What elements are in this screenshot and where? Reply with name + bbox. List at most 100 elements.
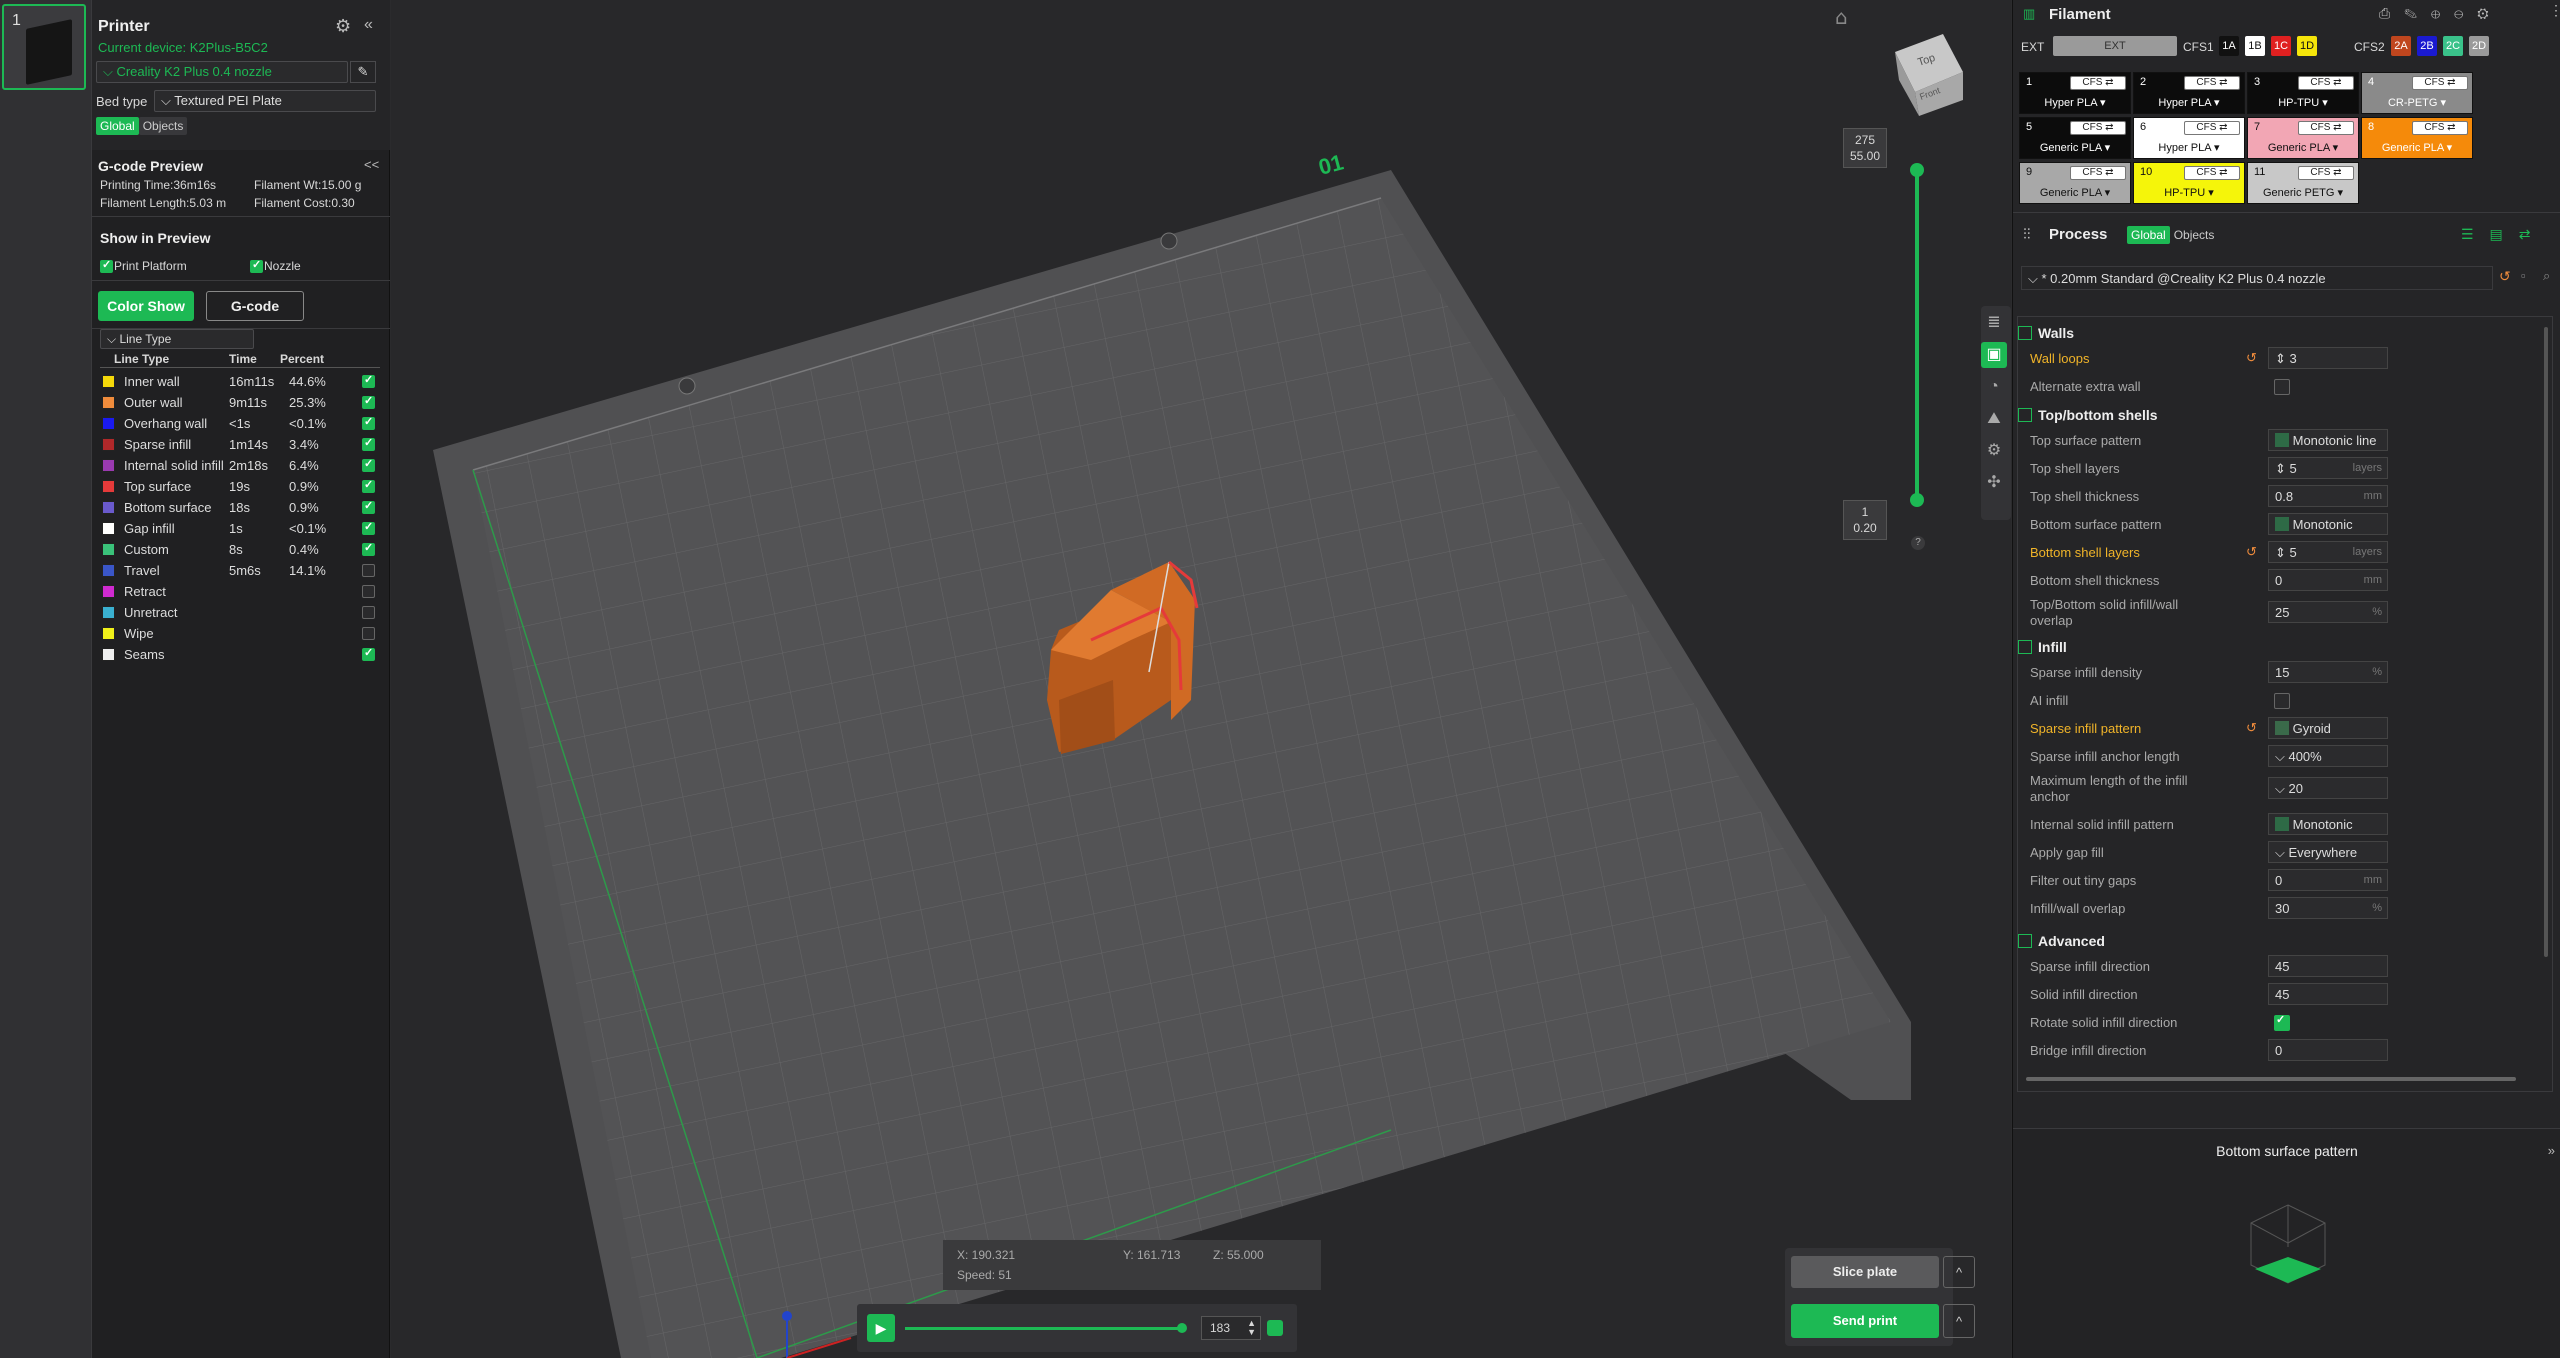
- cfs-sync-button[interactable]: CFS ⇄: [2184, 76, 2240, 90]
- line-type-visible-checkbox[interactable]: [362, 394, 375, 409]
- cfs-slot-2d[interactable]: 2D: [2469, 36, 2489, 56]
- line-type-visible-checkbox[interactable]: [362, 436, 375, 451]
- move-slider-handle[interactable]: [1177, 1323, 1187, 1333]
- stepper-icon[interactable]: ▲ ▼: [1247, 1319, 1256, 1337]
- line-type-select[interactable]: ⌵ Line Type: [100, 329, 254, 349]
- cfs-sync-button[interactable]: CFS ⇄: [2184, 166, 2240, 180]
- send-options-button[interactable]: ^: [1943, 1304, 1975, 1338]
- cfs-sync-button[interactable]: CFS ⇄: [2412, 76, 2468, 90]
- layer-slider-top-handle[interactable]: [1910, 163, 1924, 177]
- bottom-shell-layers-input[interactable]: ⇕ 5 layers: [2268, 541, 2388, 563]
- gcode-collapse-button[interactable]: <<: [364, 157, 379, 172]
- cfs-sync-button[interactable]: CFS ⇄: [2412, 121, 2468, 135]
- filament-material-select[interactable]: Hyper PLA ▾: [2134, 96, 2244, 109]
- cfs-slot-1d[interactable]: 1D: [2297, 36, 2317, 56]
- filament-slot-7[interactable]: 7 CFS ⇄ Generic PLA ▾: [2247, 117, 2359, 159]
- filament-material-select[interactable]: HP-TPU ▾: [2248, 96, 2358, 109]
- reset-icon[interactable]: ↺: [2499, 268, 2511, 285]
- bottom-surface-pattern-select[interactable]: Monotonic: [2268, 513, 2388, 535]
- filament-material-select[interactable]: Generic PLA ▾: [2020, 186, 2130, 199]
- infill-wall-overlap-input[interactable]: 30%: [2268, 897, 2388, 919]
- line-type-visible-checkbox[interactable]: [362, 541, 375, 556]
- slice-options-button[interactable]: ^: [1943, 1256, 1975, 1288]
- send-print-button[interactable]: Send print: [1791, 1304, 1939, 1338]
- cfs-sync-button[interactable]: CFS ⇄: [2070, 76, 2126, 90]
- tab-objects[interactable]: Objects: [2170, 226, 2219, 244]
- filament-slot-3[interactable]: 3 CFS ⇄ HP-TPU ▾: [2247, 72, 2359, 114]
- line-type-visible-checkbox[interactable]: [362, 520, 375, 535]
- max-anchor-select[interactable]: ⌵ 20: [2268, 777, 2388, 799]
- line-type-visible-checkbox[interactable]: [362, 646, 375, 661]
- flow-icon[interactable]: ⛰: [1981, 406, 2007, 432]
- cfs-sync-button[interactable]: CFS ⇄: [2184, 121, 2240, 135]
- filament-slot-5[interactable]: 5 CFS ⇄ Generic PLA ▾: [2019, 117, 2131, 159]
- tab-global[interactable]: Global: [2127, 226, 2170, 244]
- home-icon[interactable]: ⌂: [1835, 5, 1848, 29]
- line-type-visible-checkbox[interactable]: [362, 499, 375, 514]
- search-icon[interactable]: ⌕: [2543, 268, 2550, 284]
- cfs-sync-button[interactable]: CFS ⇄: [2298, 121, 2354, 135]
- process-toolbar-icons[interactable]: ☰▤⇄: [2461, 226, 2547, 243]
- cfs-sync-button[interactable]: CFS ⇄: [2298, 76, 2354, 90]
- line-type-visible-checkbox[interactable]: [362, 627, 375, 640]
- alternate-extra-wall-checkbox[interactable]: [2274, 379, 2290, 395]
- filament-material-select[interactable]: Generic PLA ▾: [2020, 141, 2130, 154]
- collapse-icon[interactable]: «: [364, 16, 373, 34]
- solid-overlap-input[interactable]: 25%: [2268, 601, 2388, 623]
- filament-material-select[interactable]: CR-PETG ▾: [2362, 96, 2472, 109]
- reset-icon[interactable]: ↺: [2246, 720, 2257, 736]
- wall-loops-input[interactable]: ⇕ 3: [2268, 347, 2388, 369]
- layer-slider-bottom-handle[interactable]: [1910, 493, 1924, 507]
- bottom-shell-thickness-input[interactable]: 0 mm: [2268, 569, 2388, 591]
- cfs-sync-button[interactable]: CFS ⇄: [2298, 166, 2354, 180]
- horizontal-scrollbar[interactable]: [2026, 1077, 2516, 1081]
- filament-slot-4[interactable]: 4 CFS ⇄ CR-PETG ▾: [2361, 72, 2473, 114]
- nozzle-checkbox[interactable]: [250, 258, 263, 273]
- process-preset-select[interactable]: ⌵ * 0.20mm Standard @Creality K2 Plus 0.…: [2021, 266, 2493, 290]
- 3d-viewport[interactable]: 01 ⌂ Top Front 275 55.00 1 0.20 ? ≣ ▣ ◔ …: [391, 0, 2011, 1358]
- save-icon[interactable]: ▫: [2521, 268, 2526, 283]
- ai-infill-checkbox[interactable]: [2274, 693, 2290, 709]
- preview-mode-icon[interactable]: ▣: [1981, 342, 2007, 368]
- filament-slot-11[interactable]: 11 CFS ⇄ Generic PETG ▾: [2247, 162, 2359, 204]
- cfs-slot-2c[interactable]: 2C: [2443, 36, 2463, 56]
- ext-slot-button[interactable]: EXT: [2053, 36, 2177, 56]
- vertical-scrollbar[interactable]: [2544, 327, 2548, 957]
- tab-global[interactable]: Global: [96, 117, 139, 135]
- collapse-icon[interactable]: »: [2548, 1143, 2555, 1158]
- cfs-sync-button[interactable]: CFS ⇄: [2070, 166, 2126, 180]
- line-type-visible-checkbox[interactable]: [362, 373, 375, 388]
- filament-slot-10[interactable]: 10 CFS ⇄ HP-TPU ▾: [2133, 162, 2245, 204]
- top-shell-thickness-input[interactable]: 0.8 mm: [2268, 485, 2388, 507]
- color-show-button[interactable]: Color Show: [98, 291, 194, 321]
- filament-material-select[interactable]: HP-TPU ▾: [2134, 186, 2244, 199]
- cfs-slot-2b[interactable]: 2B: [2417, 36, 2437, 56]
- plate-thumbnail[interactable]: 1: [2, 4, 86, 90]
- filament-toolbar-icons[interactable]: ⎙✎⊕⊖⚙: [2379, 5, 2503, 22]
- sparse-density-input[interactable]: 15%: [2268, 661, 2388, 683]
- line-type-visible-checkbox[interactable]: [362, 606, 375, 619]
- speed-icon[interactable]: ◔: [1981, 374, 2007, 400]
- tab-objects[interactable]: Objects: [138, 117, 188, 135]
- gap-fill-select[interactable]: ⌵ Everywhere: [2268, 841, 2388, 863]
- top-shell-layers-input[interactable]: ⇕ 5 layers: [2268, 457, 2388, 479]
- sparse-direction-input[interactable]: 45: [2268, 955, 2388, 977]
- tiny-gaps-input[interactable]: 0 mm: [2268, 869, 2388, 891]
- layers-icon[interactable]: ≣: [1981, 310, 2007, 336]
- top-surface-pattern-select[interactable]: Monotonic line: [2268, 429, 2388, 451]
- help-icon[interactable]: ?: [1911, 536, 1925, 550]
- cfs-slot-1a[interactable]: 1A: [2219, 36, 2239, 56]
- settings-icon[interactable]: ⚙: [1981, 438, 2007, 464]
- filament-material-select[interactable]: Hyper PLA ▾: [2020, 96, 2130, 109]
- filament-material-select[interactable]: Generic PLA ▾: [2362, 141, 2472, 154]
- more-icon[interactable]: ⋮: [2549, 2, 2560, 19]
- cube-icon[interactable]: [1267, 1320, 1283, 1336]
- filament-slot-6[interactable]: 6 CFS ⇄ Hyper PLA ▾: [2133, 117, 2245, 159]
- filament-slot-8[interactable]: 8 CFS ⇄ Generic PLA ▾: [2361, 117, 2473, 159]
- solid-direction-input[interactable]: 45: [2268, 983, 2388, 1005]
- cfs-slot-2a[interactable]: 2A: [2391, 36, 2411, 56]
- line-type-visible-checkbox[interactable]: [362, 457, 375, 472]
- filament-material-select[interactable]: Generic PETG ▾: [2248, 186, 2358, 199]
- sparse-pattern-select[interactable]: Gyroid: [2268, 717, 2388, 739]
- internal-solid-pattern-select[interactable]: Monotonic: [2268, 813, 2388, 835]
